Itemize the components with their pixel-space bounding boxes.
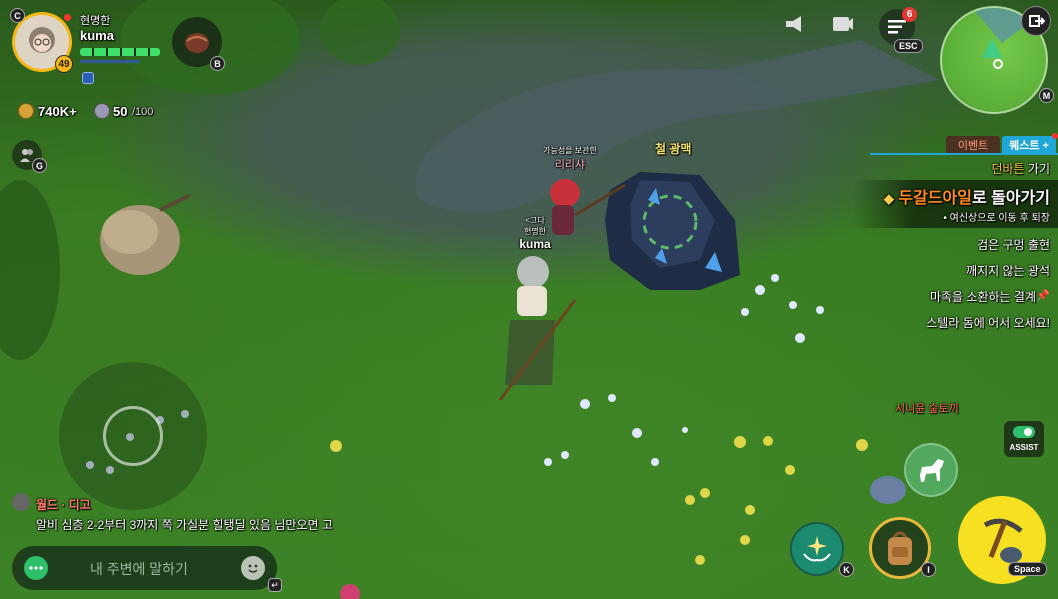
quest-item-2[interactable]: 깨지지 않는 광석 [966,262,1050,279]
world-decoration [0,0,940,599]
assist-switch[interactable] [1013,426,1035,438]
assist-toggle[interactable]: ASSIST [1004,421,1044,457]
player-title: 현명한 [80,15,111,27]
player-name: kuma [80,28,114,43]
minimap-key-badge: M [1039,88,1054,103]
chat-channel[interactable]: 월드 · 디고 [36,496,91,513]
skill-key-badge: K [839,562,854,577]
emoji-icon[interactable] [241,556,265,580]
hp-bar [80,48,160,56]
gold-coin-icon [18,103,34,119]
quest-item-3[interactable]: 마족을 소환하는 결계 [930,288,1036,305]
chat-input-placeholder[interactable]: 내 주변에 말하기 [90,559,188,579]
quest-item-4[interactable]: 스텔라 돔에 어서 오세요! [926,314,1050,331]
exit-button[interactable] [1021,6,1051,36]
main-quest-title-rest: 로 돌아가기 [971,190,1050,207]
friends-key-badge: G [32,158,47,173]
quest-location-action: 가기 [1027,162,1050,176]
notification-dot [64,14,71,21]
skill-button[interactable] [790,522,844,576]
ore-label: 철 광맥 [655,142,692,156]
main-quest-subtask: • 여신상으로 이동 후 퇴장 [943,213,1050,224]
megaphone-icon[interactable] [783,14,807,34]
quest-item-1[interactable]: 검은 구멍 출현 [977,236,1050,253]
tab-quest[interactable]: 퀘스트 + [1002,136,1056,154]
quest-location[interactable]: 던바튼 가기 [991,160,1050,177]
tab-event[interactable]: 이벤트 [946,136,1000,154]
bag-icon [185,33,209,53]
exit-icon [1029,15,1045,27]
player-title-line1: <그다 [525,216,545,225]
energy-amount: 50 [113,104,128,119]
hp-bar-fill [80,48,160,56]
npc-name: 리리샤 [554,159,586,171]
quest-notification-dot [1052,133,1058,139]
inventory-key-badge: I [921,562,936,577]
energy-max: /100 [132,106,154,118]
quest-location-name: 던바튼 [991,162,1025,176]
backpack-icon [888,531,912,565]
buff-icon[interactable] [82,72,94,84]
player-title-line2: 현명한 [523,227,547,236]
camera-mode-icon[interactable] [830,12,854,36]
chat-bubble-icon[interactable] [24,556,48,580]
horse-icon [920,459,944,482]
menu-key-badge: ESC [894,39,923,53]
pet-label: 시니윤 숲토끼 [895,403,959,415]
quest-diamond-icon: ◆ [883,191,894,206]
pin-icon[interactable]: 📌 [1036,289,1050,302]
chat-message: 알비 심층 2-2부터 3까지 쪽 가실분 힐탱딜 있음 님만오면 고 [36,518,333,532]
gold-amount: 740K+ [38,104,77,119]
main-quest-highlight-text: 두갈드아일 [898,190,972,207]
game-scene[interactable]: 가능성을 보관한 리리샤 철 광맥 <그다 현명한 kuma 시니윤 숲토끼 C… [0,0,1058,599]
npc-title: 가능성을 보관한 [543,146,597,155]
energy-icon [94,103,110,119]
player-level: 49 [55,55,73,73]
main-quest-title[interactable]: ◆ 두갈드아일로 돌아가기 [884,184,1050,208]
player-world-name: kuma [519,237,551,251]
menu-notification-badge: 6 [902,7,917,22]
hands-star-icon [803,536,831,562]
chat-avatar [12,493,30,511]
quest-tab-underline [870,153,1058,155]
assist-label: ASSIST [1009,443,1039,452]
character-key-badge: C [10,8,25,23]
bag-key-badge: B [210,56,225,71]
pickaxe-icon [983,518,1023,563]
main-action-key-badge: Space [1008,562,1047,576]
chat-input-bar[interactable]: 내 주변에 말하기 [12,546,277,590]
mount-button[interactable] [904,443,958,497]
virtual-joystick[interactable] [59,362,207,510]
enter-key-icon: ↵ [268,578,282,592]
joystick-knob[interactable] [103,406,163,466]
hamburger-icon [888,20,906,34]
mp-bar [80,60,140,63]
